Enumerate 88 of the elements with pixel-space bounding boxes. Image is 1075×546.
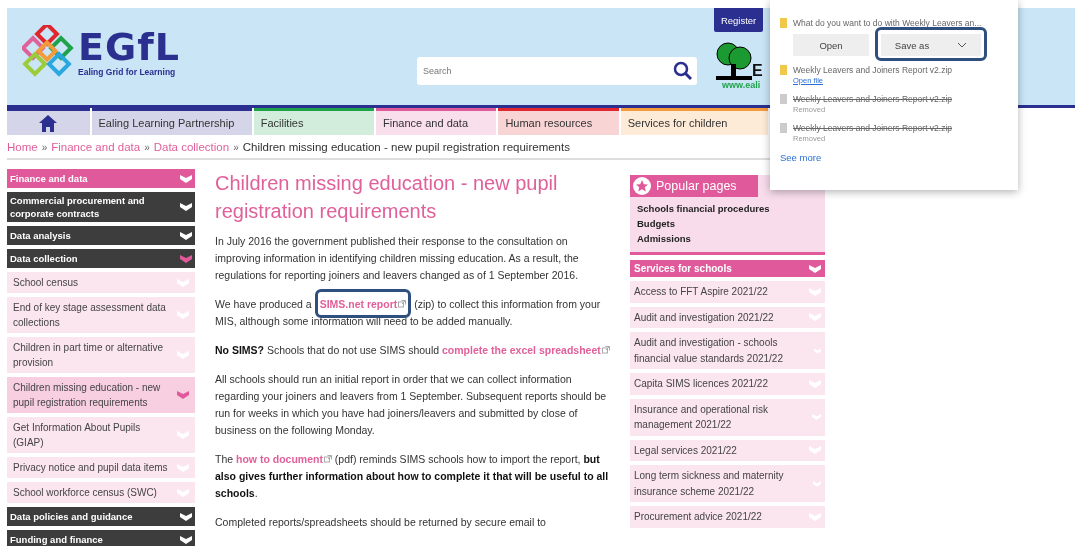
chevron-icon	[177, 390, 189, 400]
page-title: Children missing education - new pupil registration requirements	[215, 171, 559, 224]
home-icon	[39, 114, 58, 132]
sidebar-item[interactable]: Children missing education - new pupil registration requirements	[7, 377, 195, 413]
chevron-icon	[809, 511, 821, 522]
service-item[interactable]: Insurance and operational risk management 2021/22	[630, 398, 825, 436]
chevron-icon	[809, 445, 821, 456]
service-item[interactable]: Legal services 2021/22	[630, 439, 825, 461]
logo-wordmark: EGfL	[78, 27, 180, 67]
external-link-icon	[601, 346, 610, 354]
partner-logo-letter: E	[752, 62, 763, 80]
logo-icon	[22, 25, 74, 79]
service-item[interactable]: Audit and investigation - schools financial value standards 2021/22	[630, 332, 825, 369]
nav-tab[interactable]: Services for children	[620, 108, 768, 135]
search-icon[interactable]	[672, 61, 693, 81]
breadcrumb-current: Children missing education - new pupil registration requirements	[242, 141, 570, 153]
search-field[interactable]: Search	[416, 57, 697, 85]
register-button[interactable]: Register	[713, 8, 764, 32]
chevron-icon	[180, 202, 192, 212]
download-filename: Weekly Leavers and Joiners Report v2.zip	[793, 65, 953, 75]
file-icon	[780, 65, 787, 75]
chevron-icon	[177, 462, 189, 473]
chevron-icon	[811, 412, 821, 422]
sidebar-item[interactable]: Get Information About Pupils (GIAP)	[7, 417, 195, 453]
sidebar-item[interactable]: School census	[7, 272, 195, 293]
breadcrumb-link[interactable]: Data collection	[153, 141, 230, 153]
logo-tagline: Ealing Grid for Learning	[78, 67, 177, 77]
service-item[interactable]: Capita SIMS licences 2021/22	[630, 373, 825, 395]
paragraph: The how to document (pdf) reminds SIMS schools how to import the report, but also gives further information about how to complete it that will be useful to all schools.	[215, 452, 610, 501]
open-button[interactable]: Open	[793, 34, 869, 56]
paragraph: Completed reports/spreadsheets should be returned by secure email to	[215, 515, 547, 530]
chevron-icon	[809, 312, 821, 323]
sidebar-item[interactable]: Data analysis	[7, 226, 195, 245]
external-link-icon	[398, 300, 407, 308]
service-item[interactable]: Audit and investigation 2021/22	[630, 306, 825, 328]
service-item[interactable]: Access to FFT Aspire 2021/22	[630, 281, 825, 303]
chevron-icon	[809, 263, 821, 274]
file-icon	[780, 94, 787, 104]
nav-tab[interactable]: Finance and data	[376, 108, 497, 135]
download-filename: Weekly Leavers and Joiners Report v2.zip	[793, 94, 953, 104]
chevron-icon	[180, 511, 192, 522]
chevron-icon	[180, 173, 192, 184]
sidebar-item[interactable]: End of key stage assessment data collections	[7, 297, 195, 333]
chevron-down-icon	[957, 42, 968, 48]
home-tab[interactable]	[7, 108, 90, 135]
popular-link[interactable]: Schools financial procedures	[637, 203, 825, 214]
sidebar-item[interactable]: Data policies and guidance	[7, 507, 195, 526]
chevron-icon	[177, 487, 189, 498]
service-item[interactable]: Long term sickness and maternity insurance scheme 2021/22	[630, 465, 825, 502]
chevron-icon	[177, 350, 189, 360]
sidebar-item[interactable]: Commercial procurement and corporate contracts	[7, 192, 195, 222]
nav-tab[interactable]: Human resources	[498, 108, 619, 135]
chevron-icon	[180, 253, 192, 264]
breadcrumb-link[interactable]: Finance and data	[51, 141, 141, 153]
popular-link[interactable]: Admissions	[637, 233, 825, 244]
download-filename: Weekly Leavers and Joiners Report v2.zip	[793, 123, 953, 133]
external-link-icon	[323, 455, 332, 463]
chevron-icon	[177, 310, 189, 320]
popular-pages-title: Popular pages	[656, 179, 737, 193]
chevron-icon	[809, 378, 821, 389]
sidebar-item[interactable]: School workforce census (SWC)	[7, 482, 195, 503]
breadcrumb-separator: »	[233, 141, 239, 153]
paragraph: In July 2016 the government published their response to the consultation on improving information in identifying children missing education. As a result, the regulations for reporting joiners and leavers changed as of 1 September 2016.	[215, 234, 580, 283]
chevron-icon	[809, 286, 821, 297]
partner-url: www.eali	[722, 80, 761, 90]
tree-icon	[716, 42, 752, 80]
sidebar-item[interactable]: Privacy notice and pupil data items	[7, 457, 195, 478]
download-question: What do you want to do with Weekly Leavers an...	[793, 18, 982, 28]
paragraph: No SIMS? Schools that do not use SIMS should complete the excel spreadsheet	[215, 342, 615, 359]
breadcrumb-separator: »	[41, 141, 48, 153]
chevron-icon	[177, 277, 189, 288]
nav-tab[interactable]: Ealing Learning Partnership	[91, 108, 252, 135]
sidebar-item[interactable]: Children in part time or alternative provision	[7, 337, 195, 373]
service-item[interactable]: Procurement advice 2021/22	[630, 506, 825, 528]
file-icon	[780, 123, 787, 133]
popular-link[interactable]: Budgets	[637, 218, 825, 229]
breadcrumb-separator: »	[144, 141, 150, 153]
services-title: Services for schools	[634, 263, 732, 274]
paragraph: All schools should run an initial report in order that we can collect information regarding your joiners and leavers from 1 September. Subsequent reports should be run for weeks in which you have had joiners/leavers and submitted by close of business on the following Monday.	[215, 372, 608, 438]
see-more-link[interactable]: See more	[780, 152, 822, 163]
save-as-button[interactable]: Save as	[881, 34, 981, 56]
chevron-icon	[180, 534, 192, 545]
chevron-icon	[177, 430, 189, 440]
sidebar-item[interactable]: Funding and finance	[7, 530, 195, 546]
chevron-icon	[180, 230, 192, 241]
sidebar-item[interactable]: Data collection	[7, 249, 195, 268]
nav-tab[interactable]: Facilities	[253, 108, 375, 135]
file-icon	[780, 18, 787, 28]
